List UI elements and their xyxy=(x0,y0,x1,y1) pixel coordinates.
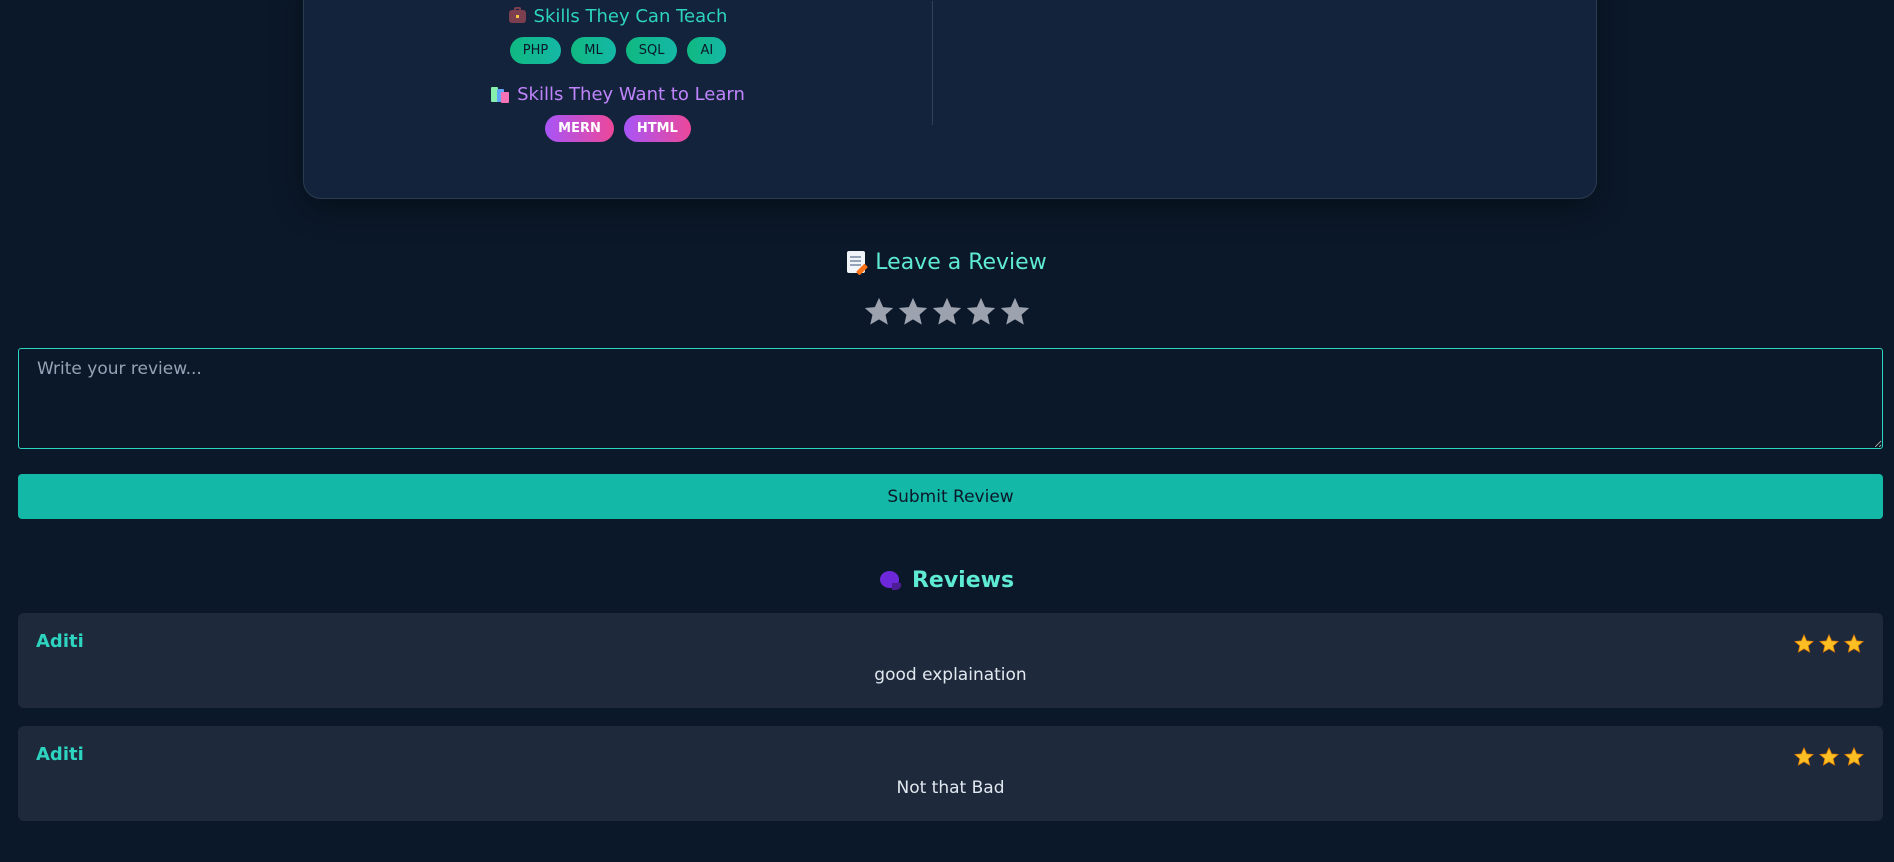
review-author: Aditi xyxy=(36,631,84,652)
review-text: Not that Bad xyxy=(896,778,1005,798)
review-card: Aditi Not that Bad xyxy=(18,726,1883,821)
star-icon xyxy=(1000,297,1030,325)
star-filled-icon xyxy=(1793,746,1815,766)
teach-skills-heading: Skills They Can Teach xyxy=(304,1,932,31)
teach-skill-pill: AI xyxy=(687,37,727,64)
star-icon xyxy=(898,297,928,325)
leave-review-heading: Leave a Review xyxy=(0,245,1894,279)
teach-skills-title: Skills They Can Teach xyxy=(533,5,728,27)
rating-star-2[interactable] xyxy=(896,293,930,331)
review-text: good explaination xyxy=(874,665,1027,685)
learn-skills-list: MERN HTML xyxy=(304,115,932,143)
profile-card: Skills They Can Teach PHP ML SQL AI Skil… xyxy=(303,0,1597,199)
briefcase-icon xyxy=(508,6,526,23)
teach-skill-pill: ML xyxy=(571,37,616,64)
star-filled-icon xyxy=(1843,746,1865,766)
reviews-title: Reviews xyxy=(911,567,1015,593)
star-icon xyxy=(932,297,962,325)
rating-star-1[interactable] xyxy=(862,293,896,331)
column-divider xyxy=(932,1,933,125)
star-filled-icon xyxy=(1818,633,1840,653)
teach-skills-list: PHP ML SQL AI xyxy=(304,37,932,65)
rating-star-4[interactable] xyxy=(964,293,998,331)
review-rating xyxy=(1793,746,1865,768)
submit-review-button[interactable]: Submit Review xyxy=(18,474,1883,519)
page: Skills They Can Teach PHP ML SQL AI Skil… xyxy=(0,0,1894,862)
memo-icon xyxy=(847,251,866,273)
teach-skill-pill: SQL xyxy=(625,37,678,64)
review-card: Aditi good explaination xyxy=(18,613,1883,708)
rating-star-5[interactable] xyxy=(998,293,1032,331)
learn-skill-pill: HTML xyxy=(623,115,691,142)
teach-skill-pill: PHP xyxy=(509,37,562,64)
learn-skill-pill: MERN xyxy=(545,115,614,142)
leave-review-title: Leave a Review xyxy=(875,249,1047,275)
review-author: Aditi xyxy=(36,744,84,765)
star-icon xyxy=(966,297,996,325)
books-icon xyxy=(491,86,510,103)
review-textarea[interactable] xyxy=(18,348,1883,449)
review-rating xyxy=(1793,633,1865,655)
star-icon xyxy=(864,297,894,325)
learn-skills-title: Skills They Want to Learn xyxy=(517,83,745,105)
skills-column: Skills They Can Teach PHP ML SQL AI Skil… xyxy=(304,1,932,143)
star-filled-icon xyxy=(1818,746,1840,766)
rating-star-3[interactable] xyxy=(930,293,964,331)
reviews-heading: Reviews xyxy=(0,563,1894,597)
star-filled-icon xyxy=(1843,633,1865,653)
speech-balloon-icon xyxy=(879,570,902,590)
learn-skills-heading: Skills They Want to Learn xyxy=(304,79,932,109)
star-filled-icon xyxy=(1793,633,1815,653)
rating-selector xyxy=(0,293,1894,331)
